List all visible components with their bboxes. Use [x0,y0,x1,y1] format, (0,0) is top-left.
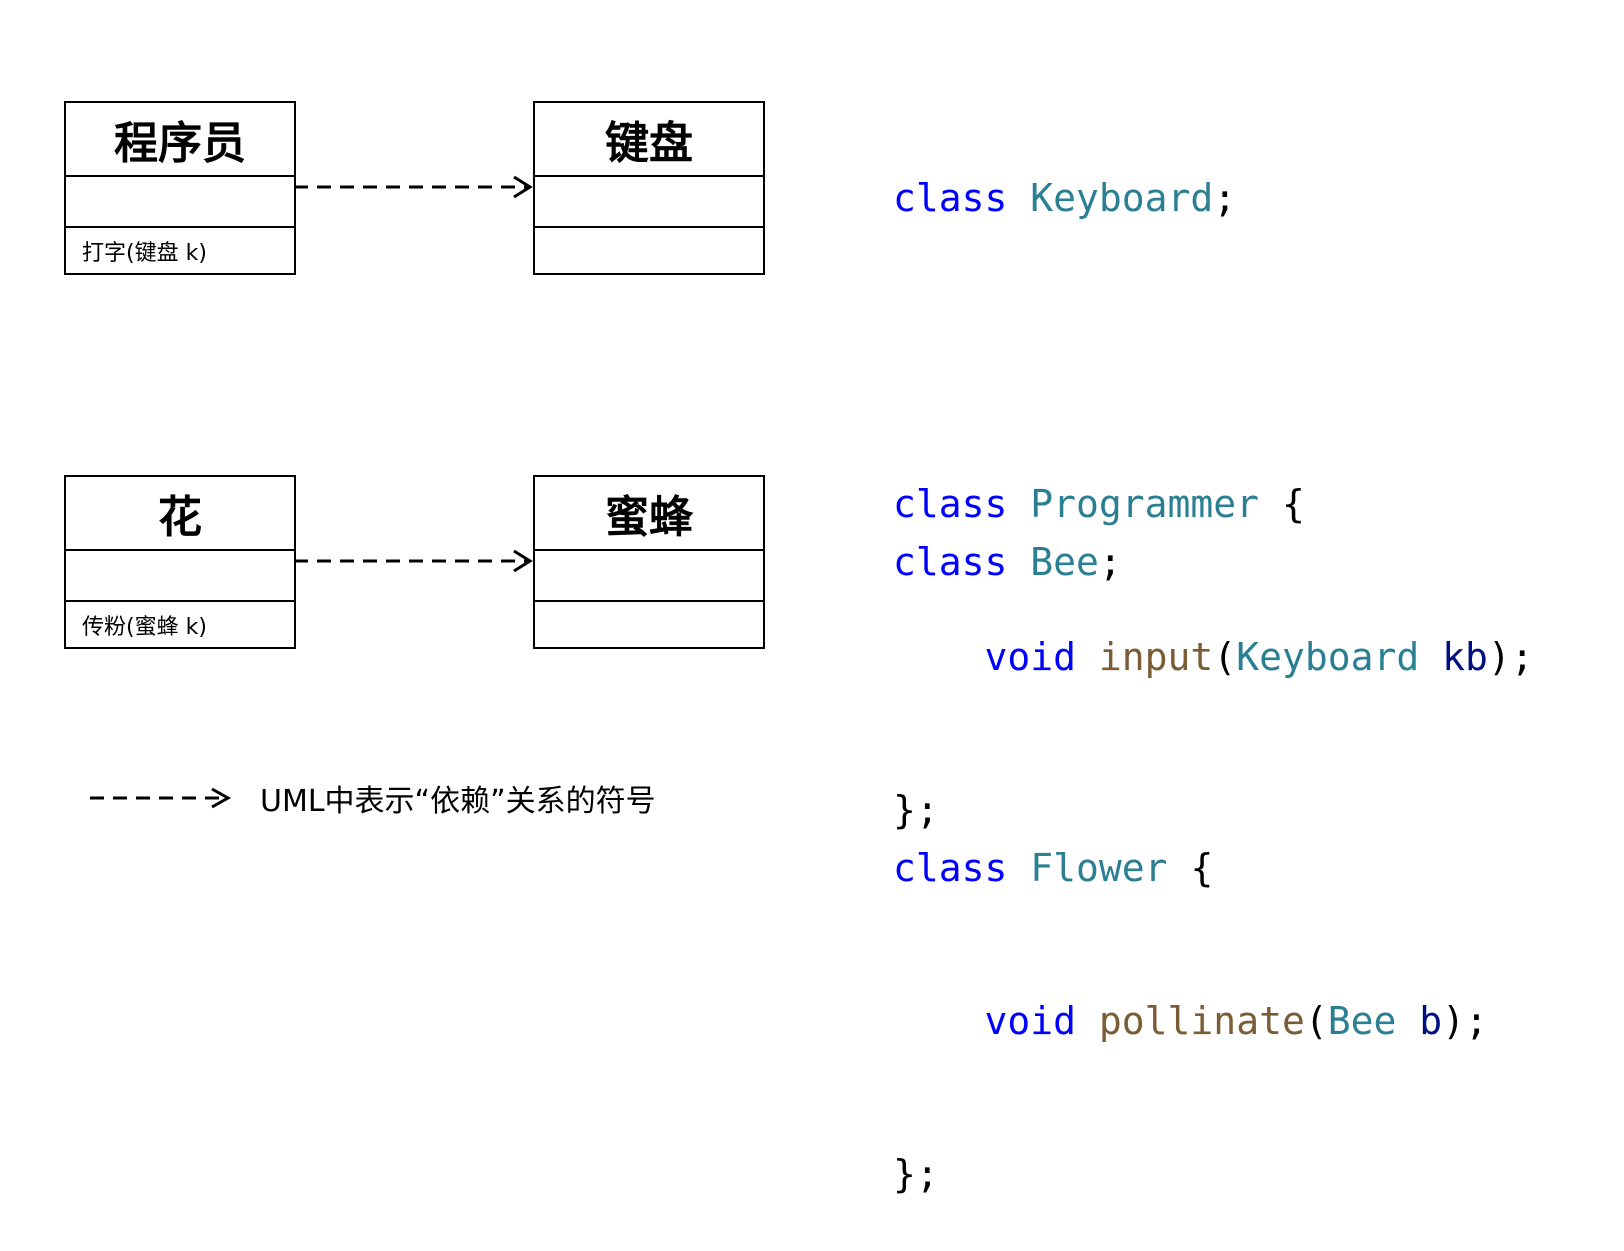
code-line: class Flower { [893,843,1488,894]
param-type: Bee [1327,999,1397,1043]
code-line: class Bee; [893,537,1488,588]
dependency-arrow-programmer-keyboard [294,175,533,199]
function-name: pollinate [1098,999,1305,1043]
keyword: void [984,999,1077,1043]
type-name: Bee [1030,540,1099,584]
code-line: class Keyboard; [893,173,1534,224]
code-line: void pollinate(Bee b); [893,996,1488,1047]
keyword: class [893,846,1008,890]
punctuation: ( [1304,999,1328,1043]
param-name: b [1419,999,1443,1043]
type-name: Keyboard [1030,176,1214,220]
dependency-arrow-legend-icon [90,787,232,809]
code-block-bee-flower: class Bee; class Flower { void pollinate… [893,435,1488,1251]
code-line: }; [893,1152,939,1196]
punctuation: ; [1213,176,1237,220]
keyword: class [893,176,1008,220]
type-name: Flower [1030,846,1168,890]
punctuation: ); [1442,999,1488,1043]
legend-text: UML中表示“依赖”关系的符号 [260,784,656,819]
keyword: class [893,540,1008,584]
legend: UML中表示“依赖”关系的符号 [90,776,656,820]
punctuation: ); [1487,635,1534,679]
punctuation: ; [1098,540,1122,584]
dependency-arrow-flower-bee [294,549,533,573]
punctuation: { [1167,846,1214,890]
